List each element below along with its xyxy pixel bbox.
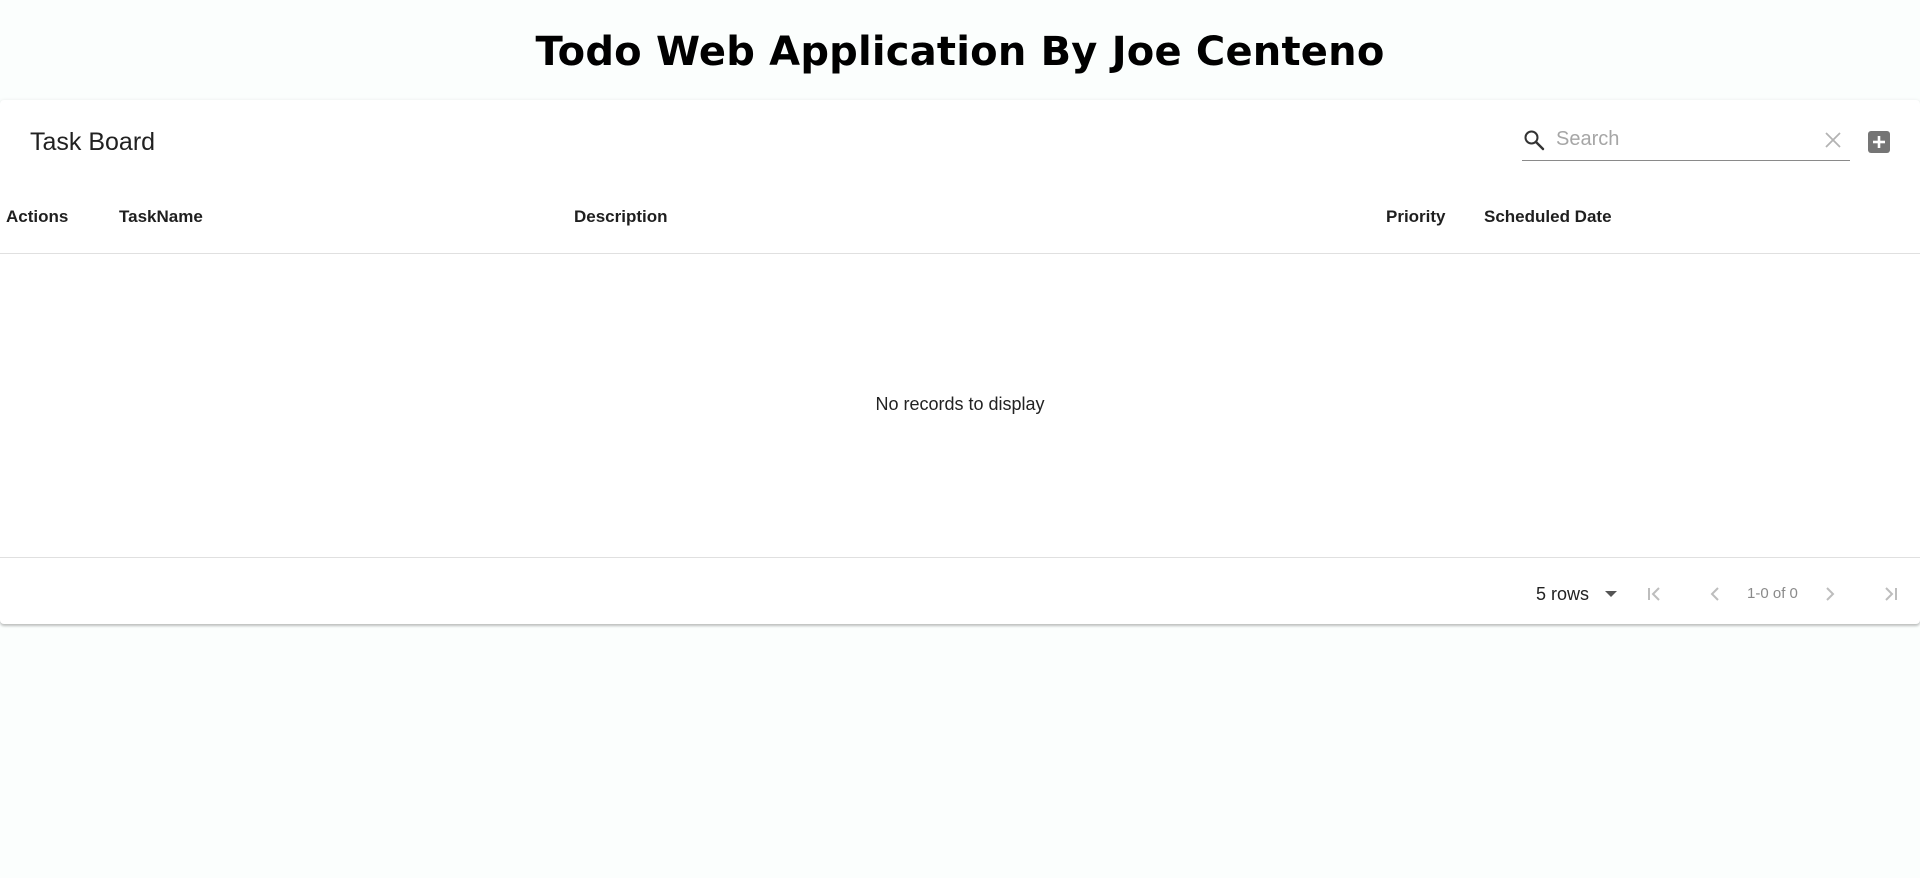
- next-page-icon: [1826, 587, 1835, 601]
- task-board-card: [0, 100, 1920, 624]
- add-box-icon: [1868, 131, 1890, 153]
- page-info: 1-0 of 0: [1747, 585, 1798, 602]
- page-title: Todo Web Application By Joe Centeno: [535, 29, 1385, 75]
- column-header-taskname[interactable]: TaskName: [119, 190, 203, 243]
- next-page-button[interactable]: [1818, 582, 1842, 606]
- table-header: Actions TaskName Description Priority Sc…: [0, 190, 1920, 254]
- clear-search-button[interactable]: [1820, 127, 1846, 153]
- chevron-down-icon: [1605, 591, 1618, 597]
- previous-page-icon: [1710, 587, 1719, 601]
- first-page-icon: [1648, 587, 1660, 601]
- search-icon: [1522, 128, 1546, 152]
- last-page-button[interactable]: [1878, 582, 1902, 606]
- rows-per-page-select[interactable]: 5 rows: [1536, 580, 1618, 608]
- column-header-scheduled-date[interactable]: Scheduled Date: [1484, 190, 1612, 243]
- column-header-description[interactable]: Description: [574, 190, 668, 243]
- last-page-icon: [1885, 587, 1897, 601]
- previous-page-button[interactable]: [1703, 582, 1727, 606]
- search-field: [1522, 120, 1850, 161]
- close-icon: [1825, 132, 1841, 148]
- first-page-button[interactable]: [1643, 582, 1667, 606]
- column-header-actions: Actions: [6, 207, 69, 226]
- add-task-button[interactable]: [1866, 129, 1892, 155]
- column-header-priority[interactable]: Priority: [1386, 190, 1446, 243]
- table-pagination: 5 rows 1-0 of 0: [0, 557, 1920, 625]
- task-board-title: Task Board: [30, 128, 156, 156]
- empty-table-message: No records to display: [875, 394, 1045, 414]
- search-input[interactable]: [1556, 124, 1806, 154]
- rows-per-page-label: 5 rows: [1536, 583, 1590, 604]
